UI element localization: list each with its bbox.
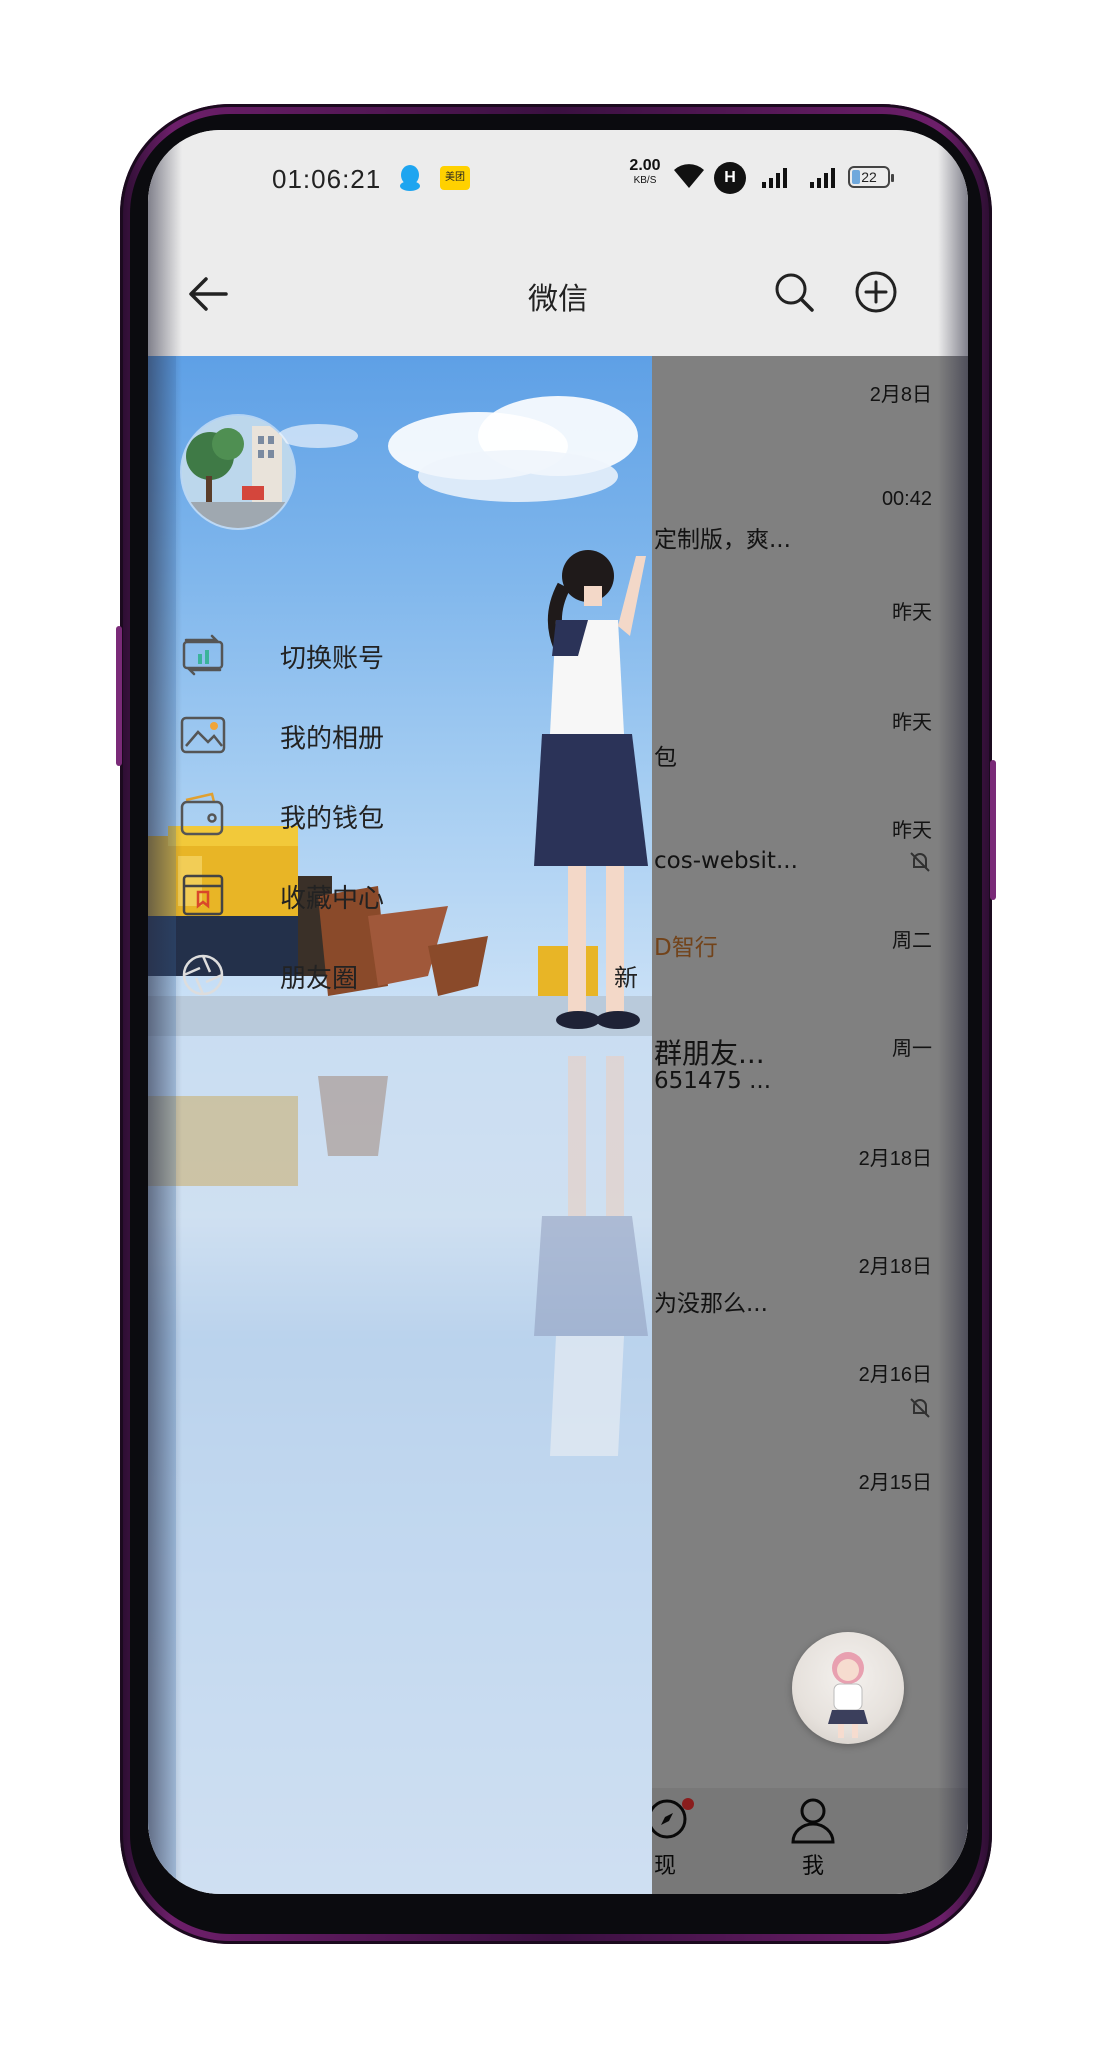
- floating-avatar[interactable]: [792, 1632, 904, 1744]
- menu-moments[interactable]: 朋友圈 新: [178, 946, 638, 1006]
- battery-icon: 22: [848, 166, 894, 188]
- hd-icon: H: [714, 162, 746, 194]
- menu-wallet[interactable]: 我的钱包: [178, 786, 628, 846]
- network-speed-unit: KB/S: [633, 175, 657, 186]
- moments-icon: [182, 954, 224, 996]
- screen: 01:06:21 美团 2.00 KB/S H 22 微信 2月8日 00:42…: [148, 130, 968, 1894]
- switch-account-icon: [182, 634, 224, 676]
- battery-percent: 22: [861, 169, 877, 185]
- add-icon[interactable]: [854, 270, 898, 314]
- wifi-icon: [674, 164, 704, 188]
- menu-label: 收藏中心: [280, 884, 385, 914]
- menu-label: 我的钱包: [280, 804, 385, 834]
- power-button: [990, 760, 996, 900]
- drawer-background-photo: [148, 356, 652, 1894]
- app-bar: 微信: [148, 230, 968, 356]
- menu-switch-account[interactable]: 切换账号: [178, 626, 628, 686]
- wallet-icon: [180, 792, 224, 836]
- profile-photo: [182, 416, 294, 528]
- qq-notification-icon: [400, 165, 420, 191]
- signal-icon: [762, 168, 787, 188]
- menu-label: 我的相册: [280, 724, 385, 754]
- menu-label: 朋友圈: [280, 964, 359, 994]
- volume-button: [116, 626, 122, 766]
- status-time: 01:06:21: [272, 164, 382, 194]
- menu-photo-album[interactable]: 我的相册: [178, 706, 628, 766]
- favorites-icon: [182, 874, 224, 916]
- signal-icon-2: [810, 168, 835, 188]
- network-speed: 2.00 KB/S: [623, 158, 667, 186]
- status-bar: 01:06:21 美团 2.00 KB/S H 22: [148, 130, 968, 230]
- photo-album-icon: [180, 716, 226, 754]
- new-badge: 新: [614, 964, 638, 992]
- search-icon[interactable]: [772, 270, 816, 314]
- app-title: 微信: [528, 282, 588, 317]
- meituan-notification-icon: 美团: [440, 166, 470, 190]
- menu-favorites[interactable]: 收藏中心: [178, 866, 628, 926]
- menu-label: 切换账号: [280, 644, 385, 674]
- profile-avatar[interactable]: [182, 416, 294, 528]
- anime-figure-icon: [828, 1652, 868, 1738]
- network-speed-value: 2.00: [629, 157, 661, 174]
- side-drawer: 切换账号 我的相册 我的钱包 收藏中心 朋友圈 新: [148, 356, 652, 1894]
